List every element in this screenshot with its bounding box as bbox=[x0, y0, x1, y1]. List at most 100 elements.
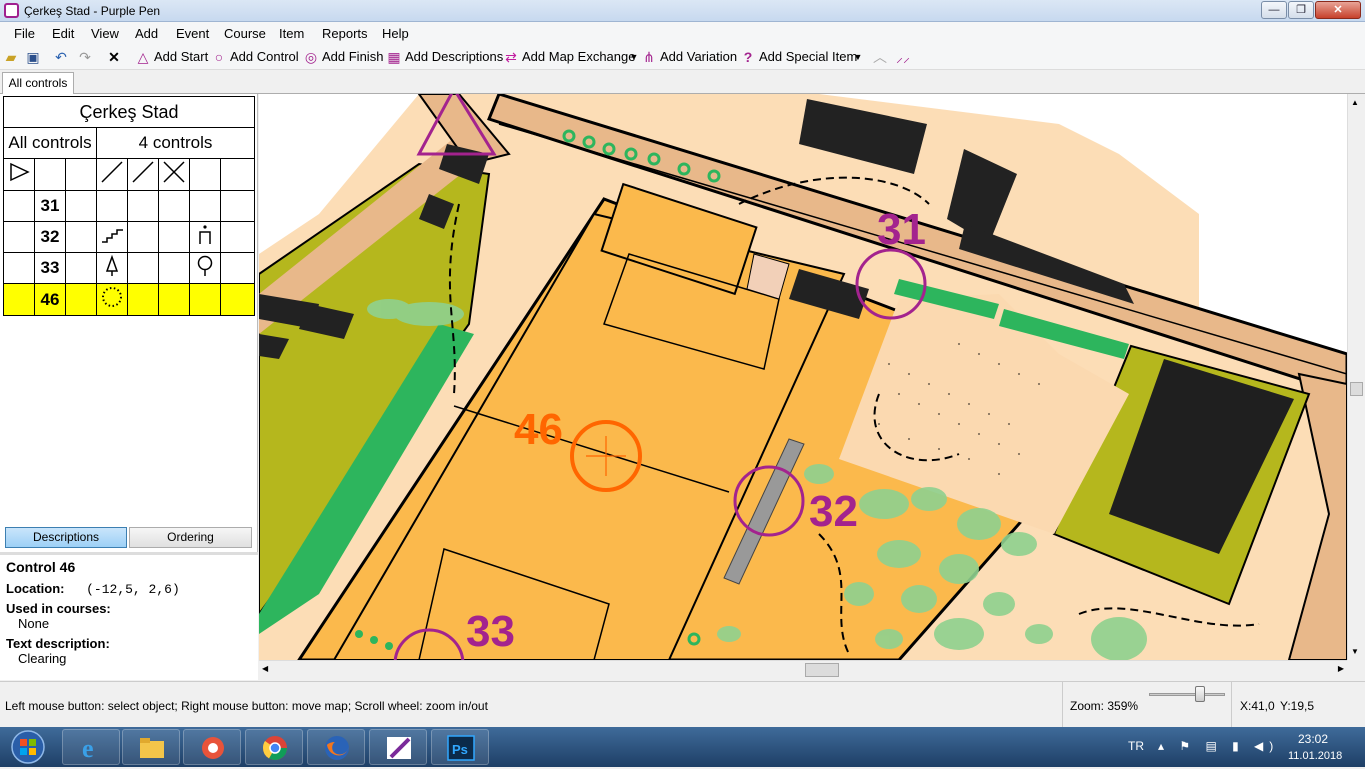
menu-help[interactable]: Help bbox=[382, 26, 409, 41]
chevron-down-icon[interactable]: ▼ bbox=[626, 49, 642, 65]
menu-reports[interactable]: Reports bbox=[322, 26, 368, 41]
scroll-up-icon[interactable]: ▲ bbox=[1351, 98, 1359, 107]
location-value: (-12,5, 2,6) bbox=[86, 582, 180, 597]
used-in-courses-label: Used in courses: bbox=[6, 601, 111, 616]
add-map-exchange-button[interactable]: Add Map Exchange bbox=[522, 49, 635, 64]
control-32-label: 32 bbox=[809, 487, 858, 536]
line-style-icon[interactable]: ⸝⸝ bbox=[895, 49, 911, 65]
text-description-label: Text description: bbox=[6, 636, 110, 651]
descriptions-tab-button[interactable]: Descriptions bbox=[5, 527, 127, 548]
vertical-scroll-thumb[interactable] bbox=[1350, 382, 1363, 396]
svg-text:e: e bbox=[82, 735, 94, 761]
redo-icon[interactable]: ↷ bbox=[77, 49, 93, 65]
menu-bar: File Edit View Add Event Course Item Rep… bbox=[0, 22, 1365, 44]
folder-icon bbox=[140, 738, 164, 758]
zoom-panel: Zoom: 359% bbox=[1062, 682, 1230, 728]
orienteering-map[interactable]: 31 32 33 46 bbox=[259, 94, 1347, 660]
title-bar: Çerkeş Stad - Purple Pen — ❐ ✕ bbox=[0, 0, 1365, 22]
menu-item[interactable]: Item bbox=[279, 26, 304, 41]
table-row[interactable]: 31 bbox=[3, 190, 256, 222]
status-text: Left mouse button: select object; Right … bbox=[5, 699, 488, 713]
undo-icon[interactable]: ↶ bbox=[53, 49, 69, 65]
map-exchange-icon: ⇄ bbox=[505, 49, 517, 65]
text-description-value: Clearing bbox=[18, 651, 67, 666]
map-view[interactable]: 31 32 33 46 bbox=[259, 94, 1347, 660]
open-icon[interactable]: ▰ bbox=[3, 49, 19, 65]
svg-text:Ps: Ps bbox=[452, 742, 468, 757]
chrome-taskbar-button[interactable] bbox=[245, 729, 303, 765]
app-taskbar-button[interactable] bbox=[183, 729, 241, 765]
control-code: 46 bbox=[34, 283, 66, 316]
table-row[interactable]: 33 bbox=[3, 252, 256, 284]
control-info-panel: Control 46 Location: (-12,5, 2,6) Used i… bbox=[0, 552, 258, 680]
close-button[interactable]: ✕ bbox=[1315, 1, 1361, 19]
description-sheet[interactable]: Çerkeş Stad All controls 4 controls 31 3… bbox=[2, 96, 256, 316]
add-descriptions-button[interactable]: Add Descriptions bbox=[405, 49, 503, 64]
clock-date[interactable]: 11.01.2018 bbox=[1288, 750, 1342, 762]
photoshop-icon: Ps bbox=[447, 735, 475, 761]
ordering-tab-button[interactable]: Ordering bbox=[129, 527, 252, 548]
save-icon[interactable]: ▣ bbox=[25, 49, 41, 65]
firefox-taskbar-button[interactable] bbox=[307, 729, 365, 765]
used-in-courses-value: None bbox=[18, 616, 50, 631]
ie-taskbar-button[interactable]: e bbox=[62, 729, 120, 765]
coordinate-y: Y:19,5 bbox=[1280, 699, 1315, 713]
tab-strip: All controls bbox=[0, 70, 1365, 94]
scroll-corner bbox=[1347, 660, 1365, 679]
language-indicator[interactable]: TR bbox=[1128, 739, 1144, 753]
zoom-slider[interactable] bbox=[1149, 693, 1225, 696]
person-icon bbox=[189, 221, 221, 253]
vertical-scrollbar[interactable]: ▲ ▼ bbox=[1347, 94, 1365, 660]
toolbar: ▰ ▣ ↶ ↷ ✕ △ Add Start ○ Add Control ◎ Ad… bbox=[0, 44, 1365, 70]
maximize-button[interactable]: ❐ bbox=[1288, 1, 1314, 19]
add-variation-button[interactable]: Add Variation bbox=[660, 49, 737, 64]
photoshop-taskbar-button[interactable]: Ps bbox=[431, 729, 489, 765]
tab-all-controls[interactable]: All controls bbox=[2, 72, 74, 94]
horizontal-scroll-thumb[interactable] bbox=[805, 663, 839, 677]
menu-event[interactable]: Event bbox=[176, 26, 209, 41]
menu-add[interactable]: Add bbox=[135, 26, 158, 41]
add-finish-button[interactable]: Add Finish bbox=[322, 49, 383, 64]
menu-course[interactable]: Course bbox=[224, 26, 266, 41]
sheet-title: Çerkeş Stad bbox=[2, 96, 256, 128]
finish-circle-icon: ◎ bbox=[304, 49, 318, 65]
scroll-left-icon[interactable]: ◀ bbox=[262, 664, 268, 673]
horizontal-scrollbar[interactable]: ◀ ▶ bbox=[259, 660, 1347, 679]
menu-edit[interactable]: Edit bbox=[52, 26, 74, 41]
add-control-button[interactable]: Add Control bbox=[230, 49, 299, 64]
caret-up-icon[interactable]: ︿ bbox=[872, 49, 888, 65]
chevron-down-icon[interactable]: ▼ bbox=[850, 49, 866, 65]
chrome-icon bbox=[262, 736, 287, 761]
explorer-taskbar-button[interactable] bbox=[122, 729, 180, 765]
menu-view[interactable]: View bbox=[91, 26, 119, 41]
clock-time[interactable]: 23:02 bbox=[1298, 732, 1328, 746]
add-start-button[interactable]: Add Start bbox=[154, 49, 208, 64]
start-row[interactable] bbox=[3, 158, 256, 191]
status-bar: Left mouse button: select object; Right … bbox=[0, 681, 1365, 728]
crossing-symbol-icon bbox=[158, 158, 190, 191]
scroll-right-icon[interactable]: ▶ bbox=[1338, 664, 1344, 673]
control-46-label: 46 bbox=[514, 405, 563, 454]
table-row-selected[interactable]: 46 bbox=[3, 283, 256, 316]
app-icon bbox=[4, 3, 19, 18]
variation-icon: ⋔ bbox=[643, 49, 655, 65]
menu-file[interactable]: File bbox=[14, 26, 35, 41]
tray-icons[interactable]: ▴ ⚑ ▤ ▮ ◀) bbox=[1158, 739, 1279, 753]
taskbar: e Ps TR ▴ ⚑ ▤ ▮ ◀) 23:02 11.01.2018 bbox=[0, 727, 1365, 767]
scroll-down-icon[interactable]: ▼ bbox=[1351, 647, 1359, 656]
zoom-slider-thumb[interactable] bbox=[1195, 686, 1205, 702]
descriptions-grid-icon: ▦ bbox=[387, 49, 401, 65]
control-heading: Control 46 bbox=[6, 559, 76, 575]
start-button[interactable] bbox=[2, 728, 54, 766]
bulb-icon bbox=[189, 252, 221, 284]
delete-icon[interactable]: ✕ bbox=[106, 49, 122, 65]
minimize-button[interactable]: — bbox=[1261, 1, 1287, 19]
left-pane: Çerkeş Stad All controls 4 controls 31 3… bbox=[0, 94, 258, 680]
control-code: 31 bbox=[34, 190, 66, 222]
control-circle-icon: ○ bbox=[214, 49, 224, 65]
purple-pen-taskbar-button[interactable] bbox=[369, 729, 427, 765]
sheet-course-name: All controls bbox=[3, 127, 97, 159]
table-row[interactable]: 32 bbox=[3, 221, 256, 253]
add-special-item-button[interactable]: Add Special Item bbox=[759, 49, 857, 64]
location-label: Location: bbox=[6, 581, 65, 596]
